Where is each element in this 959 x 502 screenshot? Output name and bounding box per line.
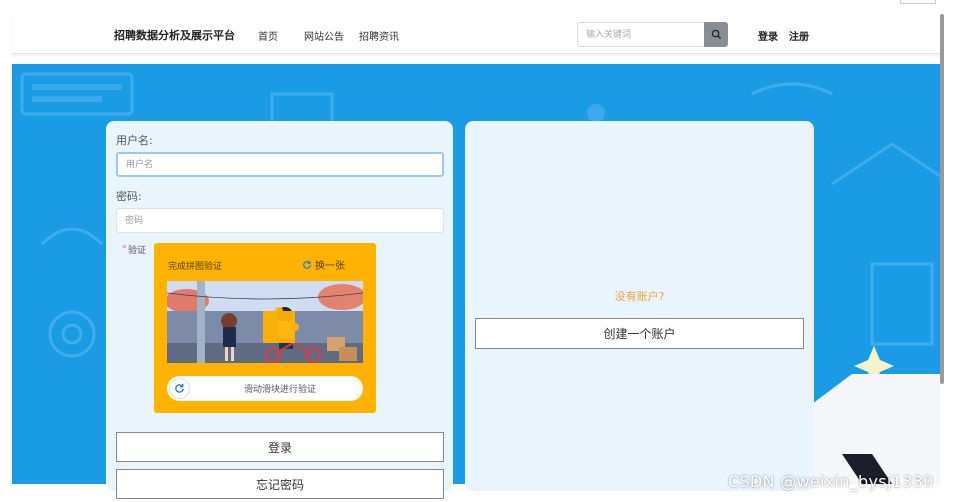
login-card: 用户名: 密码: * 验证 完成拼图验证 换一张 bbox=[106, 121, 453, 499]
site-brand[interactable]: 招聘数据分析及展示平台 bbox=[114, 27, 235, 43]
password-label: 密码: bbox=[116, 190, 142, 203]
password-input[interactable] bbox=[116, 208, 444, 233]
slider-handle[interactable] bbox=[169, 378, 190, 399]
slider-hint: 滑动滑块进行验证 bbox=[243, 385, 316, 395]
captcha-title: 完成拼图验证 bbox=[168, 262, 223, 272]
captcha-puzzle-image bbox=[167, 281, 363, 363]
required-asterisk: * bbox=[122, 244, 127, 254]
login-button[interactable]: 登录 bbox=[116, 432, 444, 462]
header-register-link[interactable]: 注册 bbox=[789, 28, 809, 43]
search-icon bbox=[711, 29, 721, 40]
page-scrollbar[interactable] bbox=[940, 14, 944, 384]
create-account-button[interactable]: 创建一个账户 bbox=[475, 318, 804, 349]
forgot-password-button[interactable]: 忘记密码 bbox=[116, 469, 444, 499]
nav-recruit-news[interactable]: 招聘资讯 bbox=[359, 28, 399, 43]
nav-home[interactable]: 首页 bbox=[258, 28, 278, 43]
puzzle-captcha: 完成拼图验证 换一张 滑动滑块进行验证 bbox=[154, 243, 376, 413]
refresh-icon bbox=[175, 383, 184, 393]
no-account-prompt: 没有账户? bbox=[614, 290, 665, 303]
watermark: CSDN @weixin_bysj1330 bbox=[728, 472, 934, 491]
captcha-refresh-label: 换一张 bbox=[315, 261, 345, 272]
captcha-refresh-button[interactable]: 换一张 bbox=[302, 257, 345, 272]
verify-label: 验证 bbox=[128, 246, 147, 256]
search-input[interactable] bbox=[577, 22, 704, 47]
window-corner bbox=[900, 0, 936, 4]
captcha-slider[interactable]: 滑动滑块进行验证 bbox=[167, 376, 363, 401]
register-card: 没有账户? 创建一个账户 bbox=[465, 121, 814, 491]
header-login-link[interactable]: 登录 bbox=[758, 28, 778, 43]
refresh-icon bbox=[303, 260, 311, 269]
search-button[interactable] bbox=[704, 22, 728, 47]
username-input[interactable] bbox=[116, 152, 444, 177]
username-label: 用户名: bbox=[116, 134, 153, 147]
top-navbar: 招聘数据分析及展示平台 首页 网站公告 招聘资讯 登录 注册 bbox=[12, 14, 940, 54]
nav-announcements[interactable]: 网站公告 bbox=[304, 28, 344, 43]
